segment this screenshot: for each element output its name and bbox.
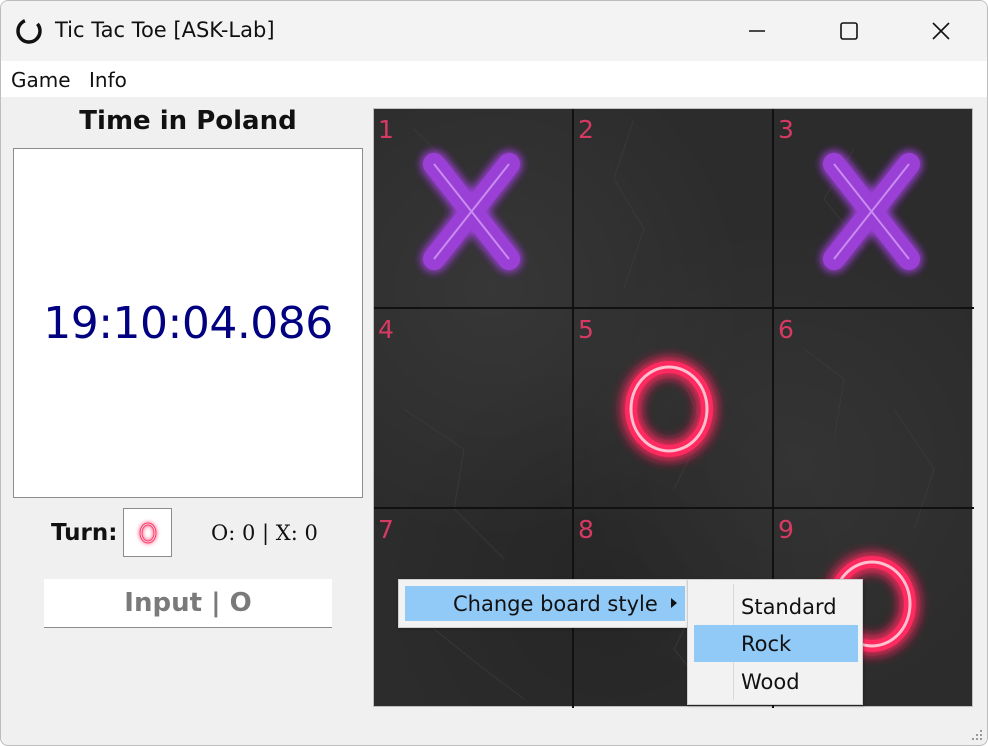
cell-1[interactable]: 1 (374, 109, 573, 308)
score-display: O: 0 | X: 0 (211, 521, 318, 545)
app-logo-icon (16, 18, 42, 44)
minimize-icon (749, 30, 765, 32)
window-title: Tic Tac Toe [ASK-Lab] (55, 18, 275, 42)
resize-grip-icon[interactable] (971, 729, 983, 741)
menu-game[interactable]: Game (11, 68, 71, 92)
cell-number: 7 (378, 515, 394, 544)
cell-5[interactable]: 5 (574, 309, 773, 508)
close-button[interactable] (895, 5, 987, 57)
submenu-item-wood[interactable]: Wood (694, 663, 858, 700)
menu-bar: Game Info (1, 61, 987, 97)
app-window: Tic Tac Toe [ASK-Lab] Game Info Time in … (0, 0, 988, 746)
submenu-item-label: Rock (741, 632, 792, 656)
submenu-item-standard[interactable]: Standard (694, 588, 858, 625)
minimize-button[interactable] (711, 5, 803, 57)
cell-number: 2 (578, 115, 594, 144)
cell-2[interactable]: 2 (574, 109, 773, 308)
cell-3[interactable]: 3 (774, 109, 973, 308)
input-display[interactable]: Input | O (44, 579, 332, 628)
clock-panel: 19:10:04.086 (13, 148, 363, 498)
x-mark-icon (823, 153, 920, 270)
clock-heading: Time in Poland (79, 106, 297, 136)
board-style-submenu: Standard Rock Wood (687, 579, 863, 705)
submenu-item-rock[interactable]: Rock (694, 625, 858, 662)
cell-4[interactable]: 4 (374, 309, 573, 508)
maximize-button[interactable] (803, 5, 895, 57)
context-menu: Change board style (398, 579, 690, 628)
o-mark-icon (625, 361, 713, 457)
menu-info[interactable]: Info (89, 68, 127, 92)
menu-item-label: Change board style (453, 592, 658, 616)
submenu-item-label: Standard (741, 595, 837, 619)
submenu-item-label: Wood (741, 670, 800, 694)
o-mark-icon (139, 522, 156, 543)
cell-6[interactable]: 6 (774, 309, 973, 508)
close-icon (932, 22, 950, 40)
maximize-icon (840, 22, 858, 40)
menu-item-change-board-style[interactable]: Change board style (405, 586, 685, 621)
submenu-arrow-icon (671, 598, 677, 608)
cell-number: 4 (378, 315, 394, 344)
title-bar[interactable]: Tic Tac Toe [ASK-Lab] (1, 1, 987, 61)
turn-label: Turn: (51, 520, 118, 546)
cell-number: 6 (778, 315, 794, 344)
cell-number: 8 (578, 515, 594, 544)
clock-time: 19:10:04.086 (43, 297, 333, 349)
x-mark-icon (423, 153, 520, 270)
turn-indicator (123, 508, 172, 557)
